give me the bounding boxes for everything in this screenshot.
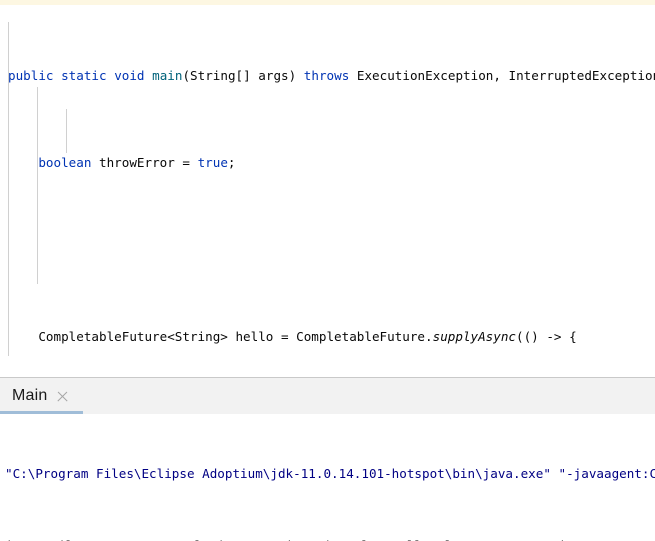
code-line: boolean throwError = true;: [0, 152, 655, 174]
token-plain: throwError =: [91, 154, 198, 170]
code-content[interactable]: public static void main(String[] args) t…: [0, 0, 655, 377]
token-keyword: void: [114, 68, 145, 84]
token-plain: (() -> {: [516, 328, 577, 344]
token-static-method: supplyAsync: [432, 328, 517, 344]
tab-main[interactable]: Main: [0, 378, 84, 414]
tab-label: Main: [12, 387, 48, 404]
console-line-command: "C:\Program Files\Eclipse Adoptium\jdk-1…: [5, 466, 655, 481]
token-plain: ExecutionException, InterruptedException…: [349, 68, 655, 84]
console-line-exception: java.util.concurrent.CompletionException…: [0, 534, 655, 541]
console-tab-bar: Main: [0, 378, 655, 414]
token-keyword: throws: [303, 68, 350, 84]
token-plain: ;: [227, 154, 236, 170]
token-keyword: public: [8, 68, 54, 84]
token-keyword: static: [61, 68, 107, 84]
console-output[interactable]: "C:\Program Files\Eclipse Adoptium\jdk-1…: [0, 414, 655, 541]
token-keyword: boolean: [38, 154, 92, 170]
token-plain: CompletableFuture<String> hello = Comple…: [8, 328, 433, 344]
close-icon[interactable]: [56, 390, 69, 403]
token-method-name: main: [152, 68, 183, 84]
code-line: public static void main(String[] args) t…: [0, 65, 655, 87]
token-keyword: true: [197, 154, 228, 170]
code-editor[interactable]: public static void main(String[] args) t…: [0, 0, 655, 377]
token-plain: (String[] args): [182, 68, 304, 84]
run-console-panel: Main "C:\Program Files\Eclipse Adoptium\…: [0, 377, 655, 541]
code-line: CompletableFuture<String> hello = Comple…: [0, 326, 655, 348]
